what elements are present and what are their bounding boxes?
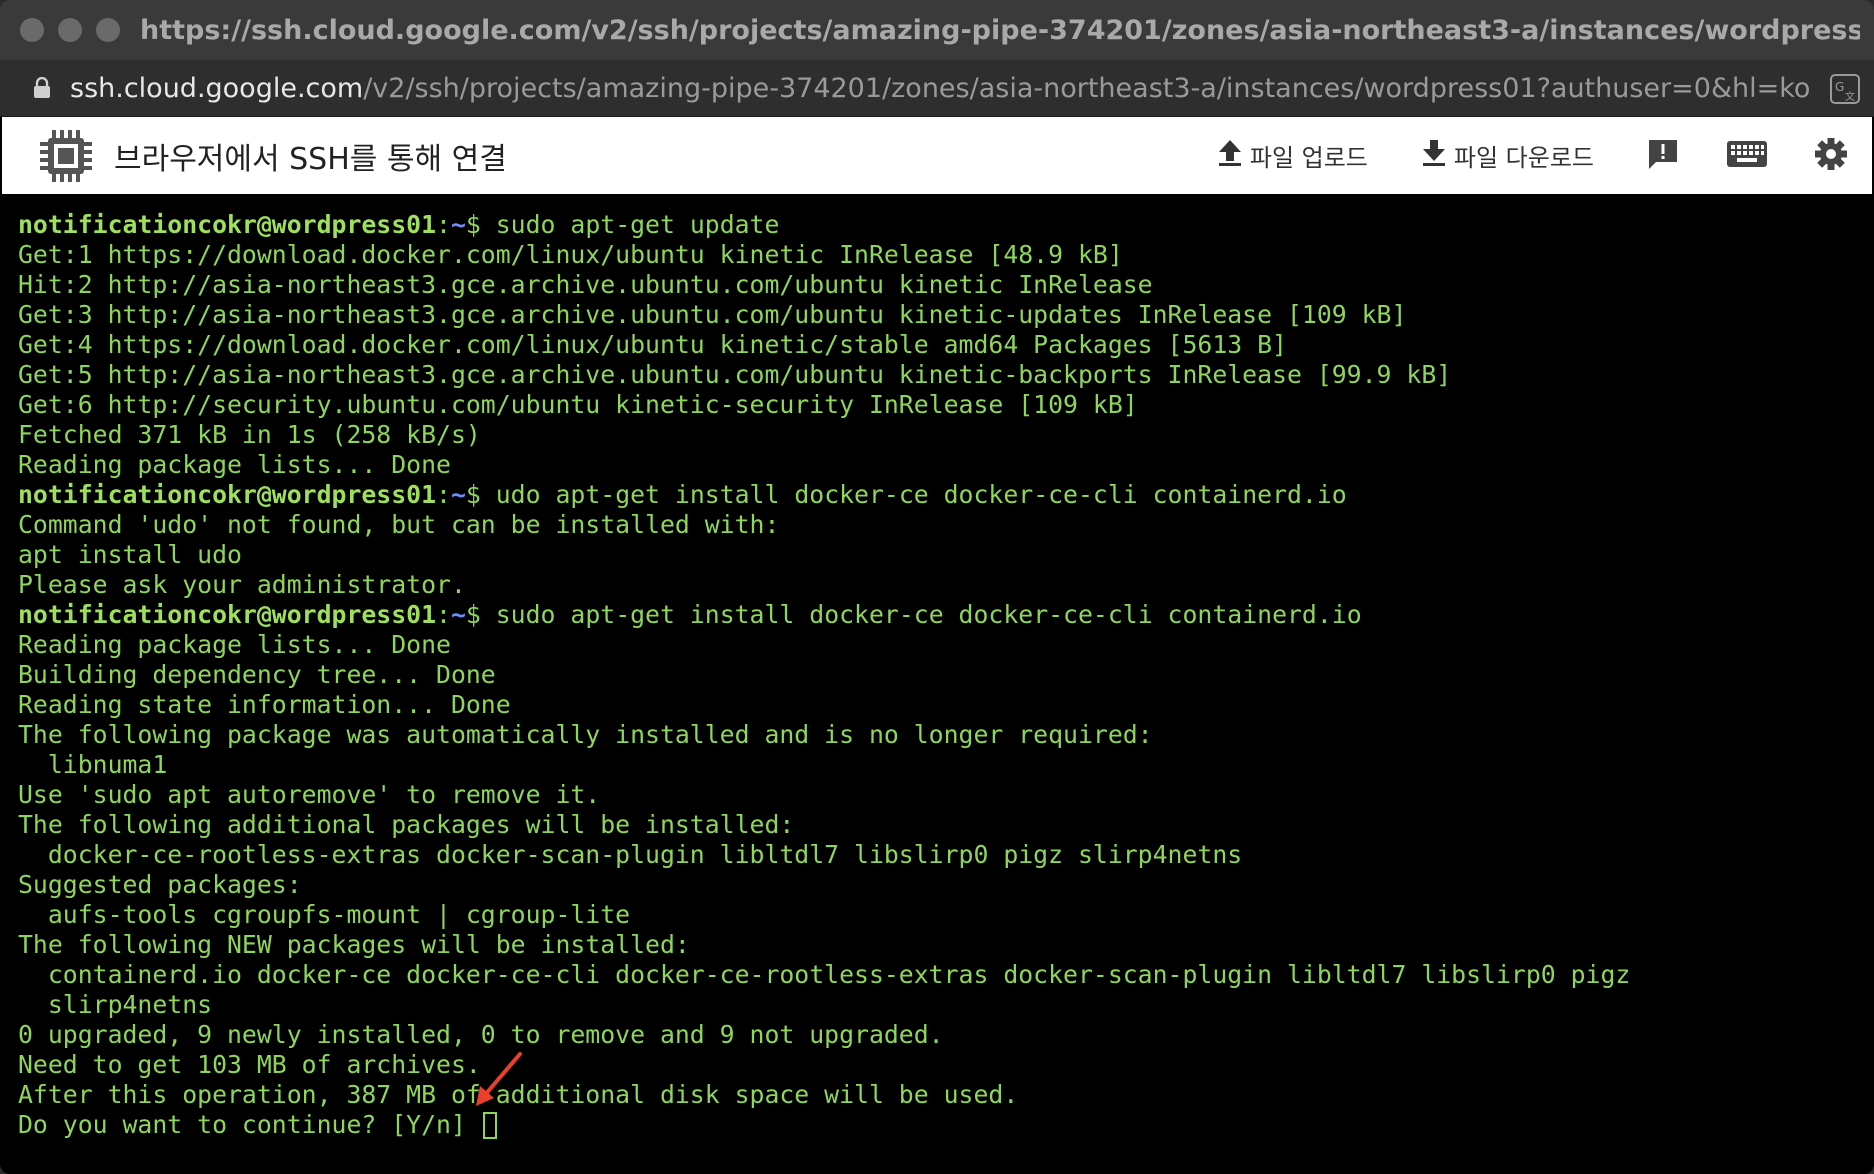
prompt-path: ~ xyxy=(450,480,466,509)
download-file-button[interactable]: 파일 다운로드 xyxy=(1420,138,1594,174)
terminal-output-block: Command 'udo' not found, but can be inst… xyxy=(18,510,780,599)
window-titlebar: https://ssh.cloud.google.com/v2/ssh/proj… xyxy=(0,0,1874,60)
annotation-arrow-icon xyxy=(470,1050,530,1114)
settings-button[interactable] xyxy=(1814,137,1848,175)
svg-text:G: G xyxy=(1835,80,1844,94)
feedback-button[interactable] xyxy=(1646,137,1680,175)
translate-icon[interactable]: G 文 xyxy=(1830,74,1860,104)
terminal-command: udo apt-get install docker-ce docker-ce-… xyxy=(480,480,1347,509)
url-path: /v2/ssh/projects/amazing-pipe-374201/zon… xyxy=(363,72,1810,104)
terminal-command: sudo apt-get update xyxy=(480,210,780,239)
zoom-window-button[interactable] xyxy=(96,18,120,42)
upload-file-label: 파일 업로드 xyxy=(1249,144,1368,172)
terminal-output-block: Reading package lists... Done Building d… xyxy=(18,630,1631,1109)
prompt-path: ~ xyxy=(450,210,466,239)
close-window-button[interactable] xyxy=(20,18,44,42)
continue-prompt: Do you want to continue? [Y/n] xyxy=(18,1110,481,1139)
browser-window: https://ssh.cloud.google.com/v2/ssh/proj… xyxy=(0,0,1874,1174)
prompt-separator: : xyxy=(436,480,451,509)
terminal-cursor[interactable] xyxy=(482,1112,497,1139)
prompt-separator: : xyxy=(436,210,451,239)
upload-file-button[interactable]: 파일 업로드 xyxy=(1216,138,1368,174)
window-title: https://ssh.cloud.google.com/v2/ssh/proj… xyxy=(140,14,1860,46)
traffic-lights xyxy=(20,18,120,42)
prompt-symbol: $ xyxy=(465,480,481,509)
prompt-symbol: $ xyxy=(465,600,481,629)
keyboard-icon xyxy=(1726,140,1768,172)
ssh-terminal[interactable]: notificationcokr@wordpress01:~$ sudo apt… xyxy=(2,194,1870,1174)
url-text[interactable]: ssh.cloud.google.com/v2/ssh/projects/ama… xyxy=(70,73,1810,104)
terminal-output: notificationcokr@wordpress01:~$ sudo apt… xyxy=(2,194,1870,1140)
address-bar[interactable]: ssh.cloud.google.com/v2/ssh/projects/ama… xyxy=(0,60,1874,117)
prompt-user: notificationcokr@wordpress01 xyxy=(18,210,437,239)
minimize-window-button[interactable] xyxy=(58,18,82,42)
prompt-symbol: $ xyxy=(465,210,481,239)
chip-icon xyxy=(36,126,96,186)
lock-icon[interactable] xyxy=(22,77,62,99)
download-file-label: 파일 다운로드 xyxy=(1453,144,1594,172)
upload-icon xyxy=(1216,138,1250,174)
prompt-separator: : xyxy=(436,600,451,629)
prompt-user: notificationcokr@wordpress01 xyxy=(18,480,437,509)
download-icon xyxy=(1420,138,1454,174)
svg-text:文: 文 xyxy=(1845,90,1855,103)
prompt-path: ~ xyxy=(450,600,466,629)
gear-icon xyxy=(1814,137,1848,175)
url-host: ssh.cloud.google.com xyxy=(70,72,364,104)
ssh-app-bar: 브라우저에서 SSH를 통해 연결 파일 업로드 파일 다운로드 xyxy=(2,117,1872,194)
terminal-output-block: Get:1 https://download.docker.com/linux/… xyxy=(18,240,1452,479)
page-title: 브라우저에서 SSH를 통해 연결 xyxy=(114,141,507,177)
prompt-user: notificationcokr@wordpress01 xyxy=(18,600,437,629)
keyboard-button[interactable] xyxy=(1726,140,1768,172)
terminal-command: sudo apt-get install docker-ce docker-ce… xyxy=(480,600,1362,629)
feedback-icon xyxy=(1646,137,1680,175)
appbar-actions: 파일 업로드 파일 다운로드 xyxy=(1216,117,1872,194)
